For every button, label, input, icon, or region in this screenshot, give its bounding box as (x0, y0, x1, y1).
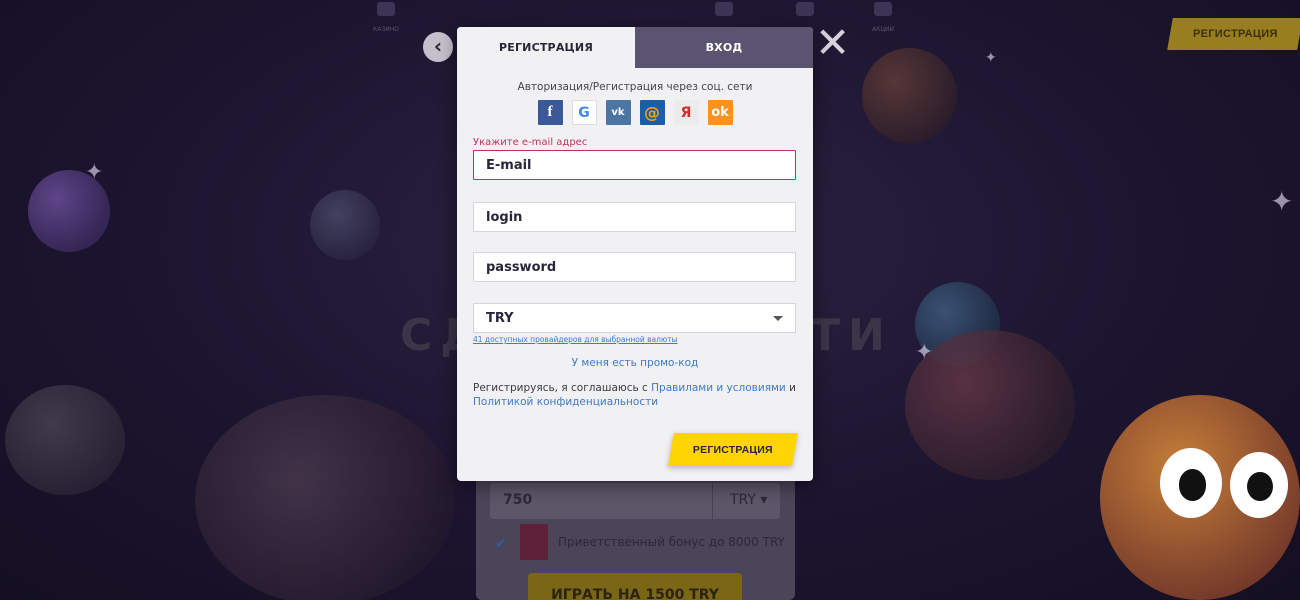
nav-item-promo[interactable]: АКЦИИ (863, 0, 903, 36)
google-glyph: G (578, 104, 590, 121)
amount-currency-select[interactable]: TRY ▾ (730, 492, 767, 508)
close-icon[interactable]: ✕ (815, 22, 850, 64)
hero-text-right: ТИ (810, 310, 893, 361)
providers-link[interactable]: 41 доступных провайдеров для выбранной в… (473, 335, 678, 344)
amount-value: 750 (503, 492, 533, 508)
promo-code-link[interactable]: У меня есть промо-код (457, 357, 813, 369)
password-field-group (473, 252, 796, 282)
auth-tabs: РЕГИСТРАЦИЯ ВХОД (457, 27, 813, 68)
login-field-group (473, 202, 796, 232)
login-field[interactable] (473, 202, 796, 232)
password-field[interactable] (473, 252, 796, 282)
tab-register[interactable]: РЕГИСТРАЦИЯ (457, 27, 635, 68)
pyramid-decoration (5, 385, 125, 495)
facebook-glyph: f (547, 104, 553, 120)
vk-glyph: vk (611, 107, 625, 118)
planet-decoration (862, 48, 957, 143)
nav-item-casino[interactable]: КАЗИНО (366, 0, 406, 36)
social-buttons: f G vk @ Я ok (457, 100, 813, 125)
planet-decoration (310, 190, 380, 260)
tab-login[interactable]: ВХОД (635, 27, 813, 68)
chevron-down-icon (773, 315, 783, 321)
email-error-message: Укажите e-mail адрес (473, 137, 588, 148)
terms-prefix: Регистрируясь, я соглашаюсь с (473, 382, 652, 394)
privacy-link[interactable]: Политикой конфиденциальности (473, 396, 658, 408)
divider (712, 483, 713, 519)
nav-icon (796, 2, 814, 16)
email-field[interactable] (473, 150, 796, 180)
ok-glyph: ok (711, 105, 729, 120)
mailru-icon[interactable]: @ (639, 100, 665, 125)
nav-label: АКЦИИ (872, 26, 894, 33)
play-button[interactable]: ИГРАТЬ НА 1500 TRY (528, 573, 742, 600)
monster-eye (1160, 448, 1222, 518)
currency-select[interactable]: TRY (473, 303, 796, 333)
currency-value: TRY (486, 310, 514, 326)
odnoklassniki-icon[interactable]: ok (707, 100, 733, 125)
yandex-icon[interactable]: Я (673, 100, 699, 125)
yandex-glyph: Я (680, 104, 692, 121)
nav-label: КАЗИНО (373, 26, 399, 33)
registration-modal: РЕГИСТРАЦИЯ ВХОД Авторизация/Регистрация… (457, 27, 813, 481)
promo-icon (874, 2, 892, 16)
star-icon: ✦ (985, 50, 997, 66)
register-submit-label: РЕГИСТРАЦИЯ (693, 443, 773, 456)
star-icon: ✦ (85, 160, 104, 185)
terms-and: и (785, 382, 796, 394)
header-register-button[interactable]: РЕГИСТРАЦИЯ (1167, 18, 1300, 50)
register-submit-button[interactable]: РЕГИСТРАЦИЯ (668, 433, 798, 466)
vk-icon[interactable]: vk (605, 100, 631, 125)
email-field-group: Укажите e-mail адрес (473, 137, 796, 180)
amount-currency-value: TRY (730, 492, 756, 508)
star-icon: ✦ (1270, 185, 1294, 218)
bonus-checkbox[interactable]: ✔ (495, 536, 509, 552)
back-arrow-icon[interactable]: ‹ (423, 32, 453, 62)
asteroid-decoration (195, 395, 455, 600)
google-icon[interactable]: G (571, 100, 597, 125)
bonus-text: Приветственный бонус до 8000 TRY (558, 535, 785, 549)
header-register-label: РЕГИСТРАЦИЯ (1192, 28, 1278, 40)
facebook-icon[interactable]: f (537, 100, 563, 125)
casino-icon (377, 2, 395, 16)
social-auth-title: Авторизация/Регистрация через соц. сети (517, 81, 753, 93)
terms-link[interactable]: Правилами и условиями (651, 382, 786, 394)
terms-text: Регистрируясь, я соглашаюсь с Правилами … (473, 381, 803, 409)
mailru-glyph: @ (644, 103, 660, 122)
gift-icon (520, 524, 548, 560)
monster-eye (1230, 452, 1288, 518)
nav-icon (715, 2, 733, 16)
star-icon: ✦ (915, 340, 934, 365)
